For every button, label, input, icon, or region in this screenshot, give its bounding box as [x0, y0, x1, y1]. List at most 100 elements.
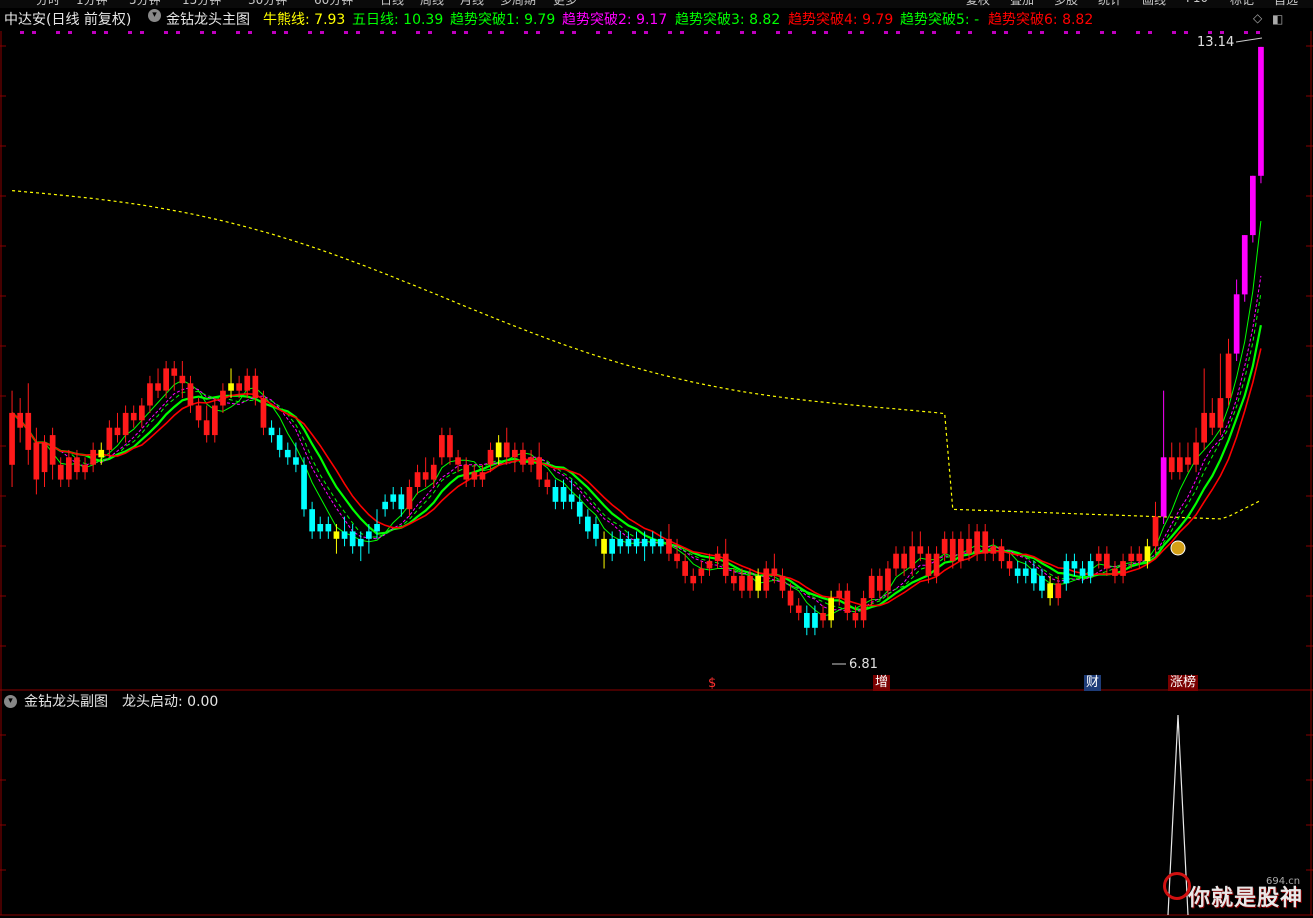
top-signal-dot: [272, 31, 276, 34]
candle-body: [690, 575, 697, 584]
top-signal-dot: [356, 31, 360, 34]
candle-body: [333, 531, 340, 539]
candle-body: [163, 368, 169, 391]
candle-body: [228, 383, 234, 391]
finance-marker[interactable]: 财: [1084, 675, 1102, 691]
top-signal-dot: [20, 31, 24, 34]
dollar-marker[interactable]: $: [706, 676, 718, 692]
top-signal-dot: [200, 31, 204, 34]
candle-body: [503, 442, 510, 458]
candle-body: [1225, 353, 1232, 399]
candle-body: [852, 613, 859, 621]
top-signal-dot: [428, 31, 432, 34]
top-signal-dot: [1028, 31, 1032, 34]
top-signal-dot: [92, 31, 96, 34]
top-signal-dot: [68, 31, 72, 34]
candle-body: [25, 412, 32, 450]
candle-body: [974, 531, 980, 554]
candle-body: [925, 553, 932, 576]
candle-body: [747, 575, 753, 591]
top-signal-dot: [1112, 31, 1116, 34]
top-signal-dot: [176, 31, 180, 34]
candle-body: [57, 464, 64, 480]
candle-body: [1087, 561, 1094, 576]
candle-body: [1160, 457, 1167, 517]
sub-indicator-name[interactable]: 金钻龙头副图: [24, 692, 108, 712]
candle-body: [1055, 583, 1062, 599]
candle-body: [885, 568, 891, 591]
top-signal-dot: [788, 31, 792, 34]
candle-body: [1031, 568, 1037, 584]
candle-body: [909, 546, 916, 569]
candle-body: [585, 516, 591, 532]
candle-body: [317, 524, 324, 532]
increase-marker[interactable]: 增: [873, 675, 891, 691]
candle-body: [301, 464, 307, 510]
top-signal-dot: [128, 31, 132, 34]
candle-body: [471, 472, 478, 480]
top-signal-dot: [248, 31, 252, 34]
candle-body: [836, 590, 843, 599]
candle-body: [593, 524, 599, 539]
candle-body: [406, 487, 413, 510]
candle-body: [479, 472, 486, 480]
candle-body: [422, 472, 429, 480]
candle-body: [779, 575, 786, 591]
top-signal-dot: [308, 31, 312, 34]
candle-body: [601, 538, 607, 554]
candle-body: [868, 575, 875, 599]
top-signal-dot: [1136, 31, 1140, 34]
candle-body: [455, 457, 461, 465]
low-price-label: 6.81: [849, 657, 878, 672]
candle-body: [820, 613, 826, 621]
candle-body: [1233, 294, 1240, 354]
candle-body: [941, 538, 948, 554]
high-arrow: [1235, 37, 1263, 43]
candle-body: [812, 613, 818, 628]
candle-body: [236, 383, 242, 391]
candle-body: [252, 375, 259, 398]
top-signal-dot: [1256, 31, 1260, 34]
top-signal-dot: [1076, 31, 1080, 34]
candle-body: [1193, 442, 1199, 465]
top-signal-dot: [1172, 31, 1176, 34]
top-signal-dot: [1040, 31, 1044, 34]
candle-body: [293, 457, 299, 465]
candle-body: [260, 398, 267, 428]
candle-body: [933, 553, 940, 576]
top-signal-dot: [236, 31, 240, 34]
top-signal-dot: [1100, 31, 1104, 34]
candle-body: [284, 449, 291, 458]
top-signal-dot: [380, 31, 384, 34]
candle-body: [106, 427, 113, 450]
top-signal-dot: [500, 31, 504, 34]
candle-body: [341, 531, 348, 539]
top-signal-dot: [668, 31, 672, 34]
candle-body: [447, 435, 453, 458]
candle-body: [520, 449, 526, 465]
candle-body: [722, 553, 729, 576]
candle-body: [82, 464, 88, 473]
candle-body: [212, 405, 218, 436]
candle-body: [787, 590, 794, 606]
candle-body: [1006, 561, 1013, 569]
candle-body: [495, 442, 502, 458]
candle-body: [860, 598, 867, 621]
candle-body: [560, 487, 567, 502]
top-signal-dot: [524, 31, 528, 34]
candle-body: [998, 546, 1005, 562]
candle-body: [1047, 583, 1053, 599]
candle-body: [9, 412, 15, 465]
candle-body: [1112, 568, 1118, 576]
candle-body: [763, 568, 770, 591]
candle-body: [1217, 398, 1224, 428]
top-signal-dot: [416, 31, 420, 34]
candle-body: [966, 538, 972, 554]
top-signal-dot: [572, 31, 576, 34]
gain-list-marker[interactable]: 涨榜: [1168, 675, 1199, 691]
candle-body: [949, 538, 956, 562]
candle-body: [755, 575, 761, 591]
candle-body: [430, 464, 437, 480]
top-signal-dot: [164, 31, 168, 34]
candle-body: [171, 368, 178, 376]
